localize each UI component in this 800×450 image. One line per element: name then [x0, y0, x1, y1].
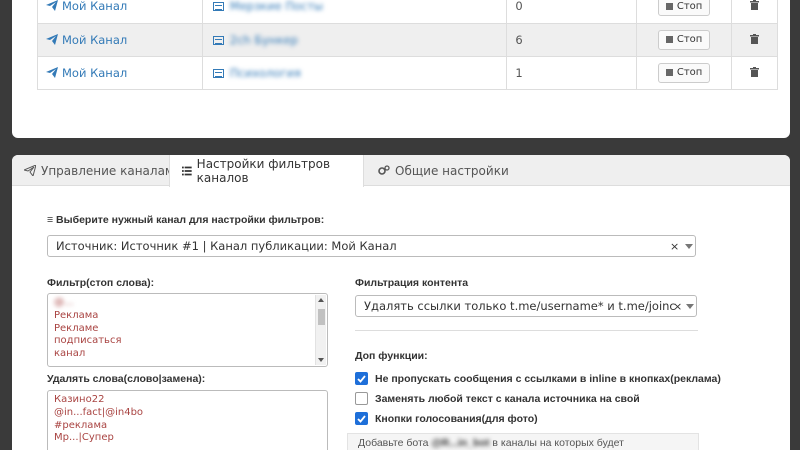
- option-vote-buttons[interactable]: Кнопки голосования(для фото): [355, 412, 538, 425]
- channel-name[interactable]: Мой Канал: [62, 33, 127, 47]
- channel-name[interactable]: Мой Канал: [62, 66, 127, 80]
- source-icon: [212, 68, 224, 78]
- stop-word: канал: [54, 348, 86, 360]
- stop-icon: [665, 69, 673, 76]
- delete-cell: [731, 56, 778, 90]
- trash-icon[interactable]: [750, 66, 760, 77]
- divider: [355, 330, 698, 331]
- replace-words-textarea[interactable]: Казино22 @in...fact|@in4bo #реклама Мр..…: [47, 390, 328, 450]
- channels-table: Мой Канал Мерзкие Посты 0 Стоп Мой Канал…: [37, 0, 778, 90]
- channel-cell[interactable]: Мой Канал: [37, 23, 203, 57]
- replace-word: @in...fact|@in4bo: [54, 406, 144, 418]
- source-icon: [212, 35, 224, 45]
- count-cell: 1: [506, 56, 638, 90]
- scroll-down-icon[interactable]: [318, 358, 324, 362]
- delete-cell: [731, 0, 778, 24]
- scrollbar[interactable]: [315, 295, 326, 365]
- bot-hint: Добавьте бота @R...in_bot в каналы на ко…: [347, 433, 699, 450]
- chevron-down-icon[interactable]: [686, 304, 694, 309]
- replace-word: #реклама: [54, 419, 108, 431]
- channel-cell[interactable]: Мой Канал: [37, 0, 203, 24]
- scroll-thumb[interactable]: [318, 309, 325, 325]
- clear-icon[interactable]: ×: [670, 240, 679, 253]
- stop-icon: [665, 36, 673, 43]
- content-filter-select[interactable]: Удалять ссылки только t.me/username* и t…: [355, 295, 697, 317]
- trash-icon[interactable]: [750, 33, 760, 44]
- tab-channel-management[interactable]: Управление каналами: [24, 155, 182, 186]
- option-block-inline-ads[interactable]: Не пропускать сообщения с ссылками в inl…: [355, 372, 721, 385]
- check-icon: [357, 414, 366, 423]
- source-cell[interactable]: Психология: [202, 56, 508, 90]
- stop-cell: Стоп: [636, 23, 733, 57]
- channel-select[interactable]: Источник: Источник #1 | Канал публикации…: [47, 235, 696, 257]
- bot-name: @R...in_bot: [431, 437, 490, 449]
- tab-filter-settings[interactable]: Настройки фильтров каналов: [169, 155, 364, 187]
- choose-channel-label: ≡ Выберите нужный канал для настройки фи…: [47, 214, 325, 226]
- checkbox-checked[interactable]: [355, 372, 368, 385]
- channel-name[interactable]: Мой Канал: [62, 0, 127, 13]
- stop-button[interactable]: Стоп: [657, 62, 711, 83]
- tab-general-settings[interactable]: Общие настройки: [378, 155, 509, 186]
- gears-icon: [378, 165, 390, 175]
- delete-cell: [731, 23, 778, 57]
- channels-card: Мой Канал Мерзкие Посты 0 Стоп Мой Канал…: [12, 0, 790, 138]
- settings-tabs: Управление каналами Настройки фильтров к…: [12, 155, 790, 187]
- telegram-icon: [24, 165, 36, 176]
- replace-word: Мр...|Супер: [54, 432, 114, 444]
- list-icon: [182, 166, 192, 176]
- table-row: Мой Канал Психология 1 Стоп: [37, 56, 778, 90]
- table-row: Мой Канал Мерзкие Посты 0 Стоп: [37, 0, 778, 24]
- stop-word: Реклама: [54, 309, 99, 321]
- stop-icon: [665, 2, 673, 10]
- settings-card: Управление каналами Настройки фильтров к…: [12, 155, 790, 450]
- count-cell: 0: [506, 0, 638, 24]
- source-icon: [212, 2, 224, 12]
- extra-functions-label: Доп функции:: [355, 350, 428, 362]
- stop-words-textarea[interactable]: @... Реклама Рекламе подписаться канал: [47, 293, 328, 367]
- chevron-down-icon[interactable]: [685, 244, 693, 249]
- replace-words-label: Удалять слова(слово|замена):: [47, 373, 206, 385]
- source-cell[interactable]: 2ch Бункер: [202, 23, 508, 57]
- source-name[interactable]: 2ch Бункер: [230, 33, 298, 47]
- clear-icon[interactable]: ×: [673, 300, 682, 313]
- stop-button[interactable]: Стоп: [657, 29, 711, 50]
- count-cell: 6: [506, 23, 638, 57]
- scroll-up-icon[interactable]: [318, 298, 324, 302]
- source-name[interactable]: Мерзкие Посты: [230, 0, 323, 13]
- channel-cell[interactable]: Мой Канал: [37, 56, 203, 90]
- stop-cell: Стоп: [636, 0, 733, 24]
- source-name[interactable]: Психология: [230, 66, 301, 80]
- source-cell[interactable]: Мерзкие Посты: [202, 0, 508, 24]
- checkbox-unchecked[interactable]: [355, 392, 368, 405]
- telegram-icon: [46, 33, 58, 45]
- telegram-icon: [46, 0, 58, 12]
- stop-button[interactable]: Стоп: [657, 0, 711, 17]
- checkbox-checked[interactable]: [355, 412, 368, 425]
- stop-words-label: Фильтр(стоп слова):: [47, 277, 155, 289]
- trash-icon[interactable]: [750, 0, 760, 11]
- replace-word: Казино22: [54, 394, 105, 405]
- stop-word: @...: [54, 297, 74, 308]
- content-filter-label: Фильтрация контента: [355, 277, 469, 289]
- check-icon: [357, 374, 366, 383]
- stop-cell: Стоп: [636, 56, 733, 90]
- stop-word: подписаться: [54, 335, 122, 347]
- option-replace-text[interactable]: Заменять любой текст с канала источника …: [355, 392, 640, 405]
- table-row: Мой Канал 2ch Бункер 6 Стоп: [37, 23, 778, 57]
- stop-word: Рекламе: [54, 322, 99, 334]
- telegram-icon: [46, 66, 58, 78]
